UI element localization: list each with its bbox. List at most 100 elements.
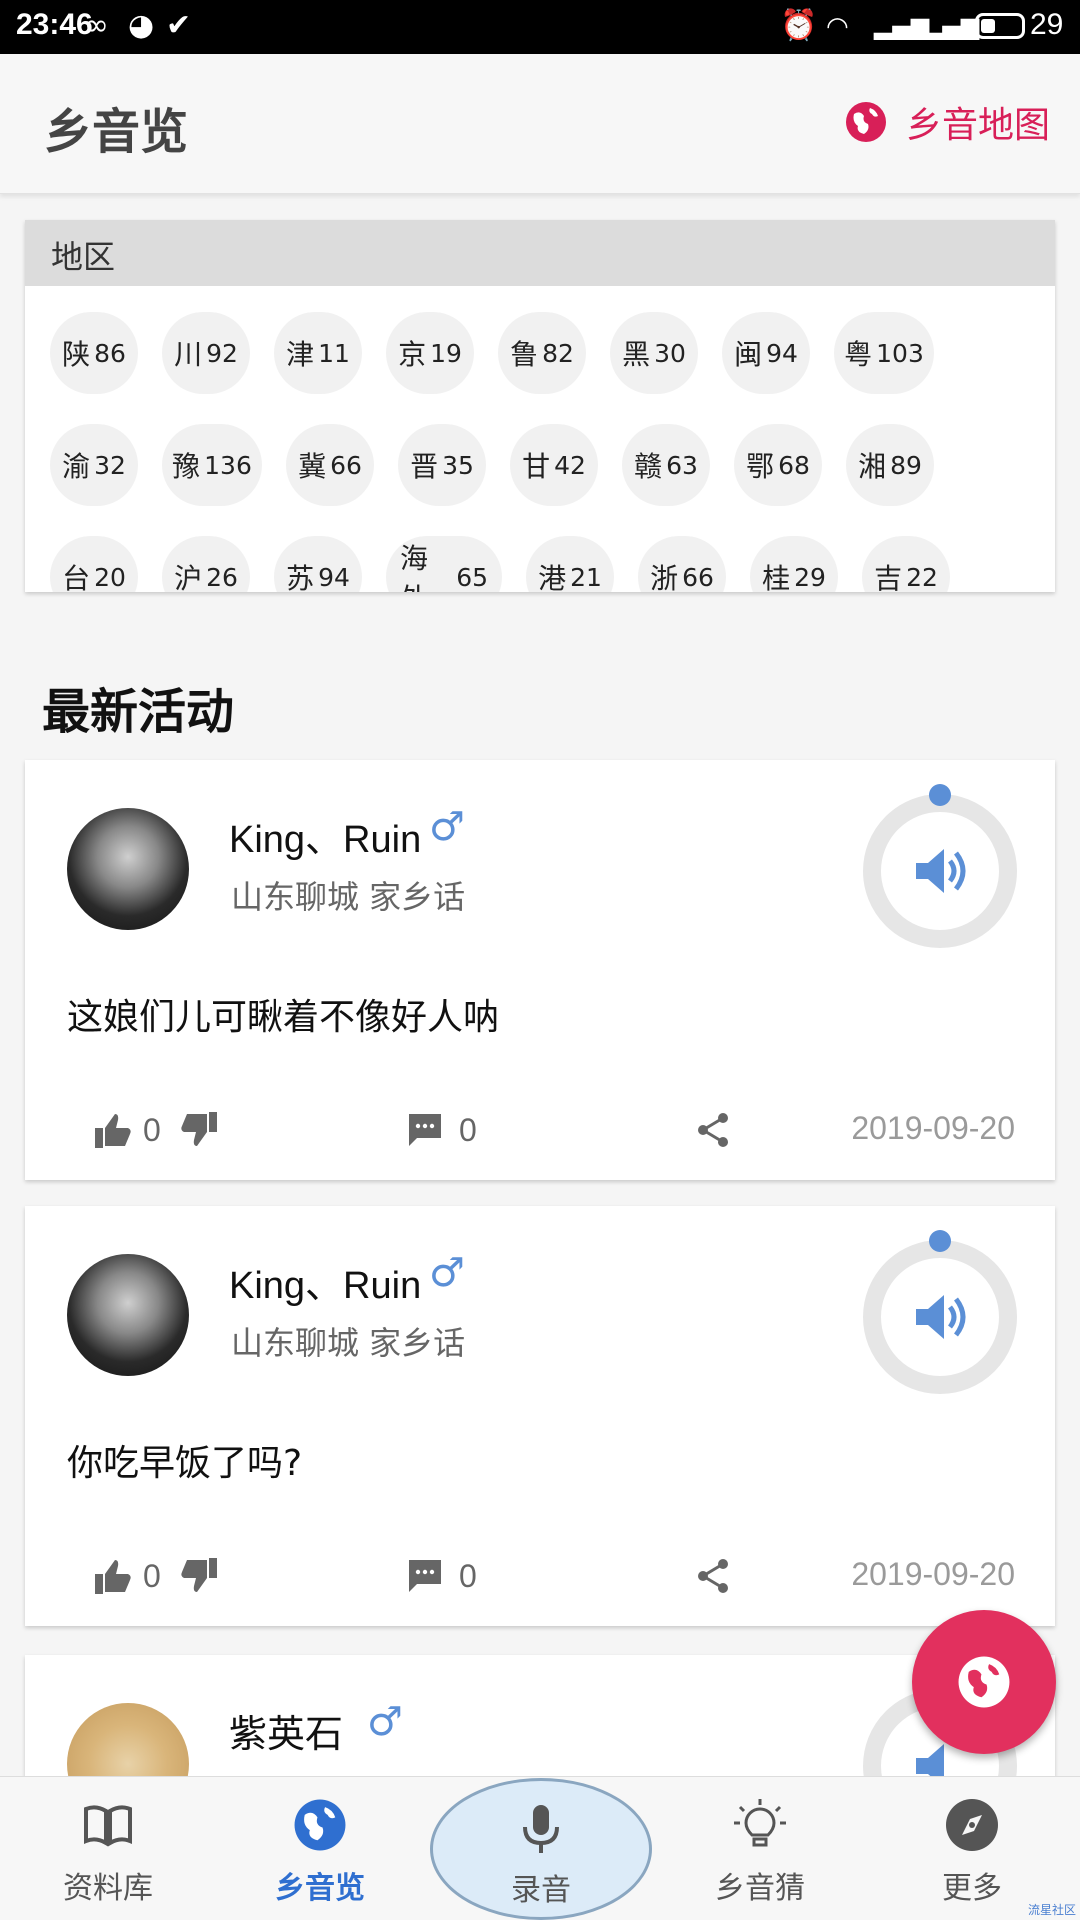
region-header: 地区 <box>25 220 1055 286</box>
region-chip[interactable]: 沪 26 <box>162 536 250 592</box>
region-chip[interactable]: 吉 22 <box>862 536 950 592</box>
user-location: 山东聊城 家乡话 <box>231 878 466 916</box>
book-icon <box>84 1805 132 1847</box>
region-chip[interactable]: 桂 29 <box>750 536 838 592</box>
share-button[interactable] <box>693 1110 733 1150</box>
section-title: 最新活动 <box>42 684 235 740</box>
region-chip[interactable]: 鲁 82 <box>498 312 586 394</box>
audio-play-button[interactable] <box>863 1230 1017 1394</box>
post-date: 2019-09-20 <box>851 1556 1015 1592</box>
progress-dot <box>929 1230 951 1252</box>
thumbs-up-icon <box>95 1560 131 1594</box>
comment-count: 0 <box>459 1111 477 1148</box>
post-actions: 0 0 2019-09-20 <box>25 1110 1055 1160</box>
region-chip[interactable]: 渝 32 <box>50 424 138 506</box>
region-chip[interactable]: 粤 103 <box>834 312 934 394</box>
share-button[interactable] <box>693 1556 733 1596</box>
region-chip[interactable]: 黑 30 <box>610 312 698 394</box>
dislike-button[interactable] <box>179 1110 219 1150</box>
dialect-map-link[interactable]: 乡音地图 <box>844 96 1050 148</box>
region-chip[interactable]: 京 19 <box>386 312 474 394</box>
app-bar: 乡音览 乡音地图 <box>0 54 1080 194</box>
map-fab-button[interactable] <box>912 1610 1056 1754</box>
page-title: 乡音览 <box>44 104 189 160</box>
region-row: 陕 86 川 92 津 11 京 19 鲁 82 黑 30 闽 94 粤 103 <box>50 312 958 394</box>
app-notification-icon: ◕ <box>128 8 155 43</box>
status-time: 23:46 <box>16 8 93 41</box>
globe-icon <box>958 1656 1010 1708</box>
nav-library[interactable]: 资料库 <box>0 1777 216 1920</box>
watermark: 流星社区 <box>1027 1903 1076 1917</box>
activity-card[interactable]: King、Ruin ♂ 山东聊城 家乡话 这娘们儿可瞅着不像好人呐 0 0 20… <box>25 760 1055 1180</box>
infinity-icon: ∞ <box>84 8 109 43</box>
region-chip[interactable]: 湘 89 <box>846 424 934 506</box>
region-chip[interactable]: 闽 94 <box>722 312 810 394</box>
speaker-icon <box>916 849 966 893</box>
lightbulb-icon <box>734 1799 786 1847</box>
region-chip[interactable]: 海外65 <box>386 536 502 592</box>
nav-guess[interactable]: 乡音猜 <box>652 1777 868 1920</box>
signal-icon: ▂▄▆ <box>924 12 980 40</box>
nav-browse[interactable]: 乡音览 <box>212 1777 428 1920</box>
region-chip[interactable]: 津 11 <box>274 312 362 394</box>
map-link-label: 乡音地图 <box>905 105 1050 146</box>
avatar[interactable] <box>67 1254 189 1376</box>
region-chip[interactable]: 晋 35 <box>398 424 486 506</box>
region-chip[interactable]: 陕 86 <box>50 312 138 394</box>
post-content: 你吃早饭了吗? <box>67 1443 303 1484</box>
region-chip[interactable]: 港 21 <box>526 536 614 592</box>
male-icon: ♂ <box>429 1250 465 1296</box>
like-count: 0 <box>143 1557 161 1594</box>
wifi-icon: ◠ <box>826 12 849 42</box>
battery-level: 29 <box>1030 8 1064 41</box>
thumbs-down-icon <box>181 1558 217 1592</box>
male-icon: ♂ <box>367 1699 403 1745</box>
thumbs-down-icon <box>181 1112 217 1146</box>
region-chip[interactable]: 甘 42 <box>510 424 598 506</box>
region-chip[interactable]: 冀 66 <box>286 424 374 506</box>
nav-label: 乡音猜 <box>715 1871 805 1906</box>
dislike-button[interactable] <box>179 1556 219 1596</box>
share-icon <box>698 1113 728 1147</box>
compass-icon <box>946 1799 998 1851</box>
region-chip[interactable]: 台 20 <box>50 536 138 592</box>
region-chip-grid: 陕 86 川 92 津 11 京 19 鲁 82 黑 30 闽 94 粤 103 渝 32 豫 13… <box>25 286 1055 592</box>
user-name[interactable]: King、Ruin <box>229 1254 421 1309</box>
region-chip[interactable]: 鄂 68 <box>734 424 822 506</box>
user-name[interactable]: King、Ruin <box>229 808 421 863</box>
audio-play-button[interactable] <box>863 784 1017 948</box>
thumbs-up-icon <box>95 1114 131 1148</box>
comment-button[interactable]: 0 <box>405 1556 477 1596</box>
status-bar: 23:46 ∞ ◕ ✔ ⏰ ◠ ▂▄▆ ▂▄▆ 29 <box>0 0 1080 54</box>
region-chip[interactable]: 豫 136 <box>162 424 262 506</box>
like-button[interactable]: 0 <box>93 1556 161 1596</box>
microphone-icon <box>523 1805 559 1853</box>
avatar[interactable] <box>67 808 189 930</box>
nav-label: 资料库 <box>63 1871 153 1906</box>
progress-dot <box>929 784 951 806</box>
like-button[interactable]: 0 <box>93 1110 161 1150</box>
comment-icon <box>409 1560 441 1592</box>
nav-label: 录音 <box>511 1873 571 1908</box>
check-circle-icon: ✔ <box>166 8 192 43</box>
comment-button[interactable]: 0 <box>405 1110 477 1150</box>
comment-icon <box>409 1114 441 1146</box>
nav-label: 乡音览 <box>275 1871 365 1906</box>
nav-more[interactable]: 更多 <box>864 1777 1080 1920</box>
globe-icon <box>845 102 886 142</box>
record-button[interactable]: 录音 <box>430 1778 652 1920</box>
region-chip[interactable]: 浙 66 <box>638 536 726 592</box>
region-row: 台20 沪26 苏94 海外65 港21 浙66 桂29 吉22 <box>50 536 974 592</box>
region-chip[interactable]: 赣 63 <box>622 424 710 506</box>
signal-4g-icon: ▂▄▆ <box>874 12 930 40</box>
region-chip[interactable]: 苏 94 <box>274 536 362 592</box>
activity-card[interactable]: King、Ruin ♂ 山东聊城 家乡话 你吃早饭了吗? 0 0 2019-09… <box>25 1206 1055 1626</box>
region-chip[interactable]: 川 92 <box>162 312 250 394</box>
region-row: 渝 32 豫 136 冀 66 晋 35 甘 42 赣 63 鄂 68 湘 89 <box>50 424 958 506</box>
user-name[interactable]: 紫英石 <box>229 1703 343 1758</box>
post-content: 这娘们儿可瞅着不像好人呐 <box>67 997 500 1038</box>
globe-icon <box>294 1799 346 1851</box>
speaker-icon <box>916 1295 966 1339</box>
alarm-icon: ⏰ <box>780 8 818 43</box>
battery-icon <box>975 13 1025 39</box>
